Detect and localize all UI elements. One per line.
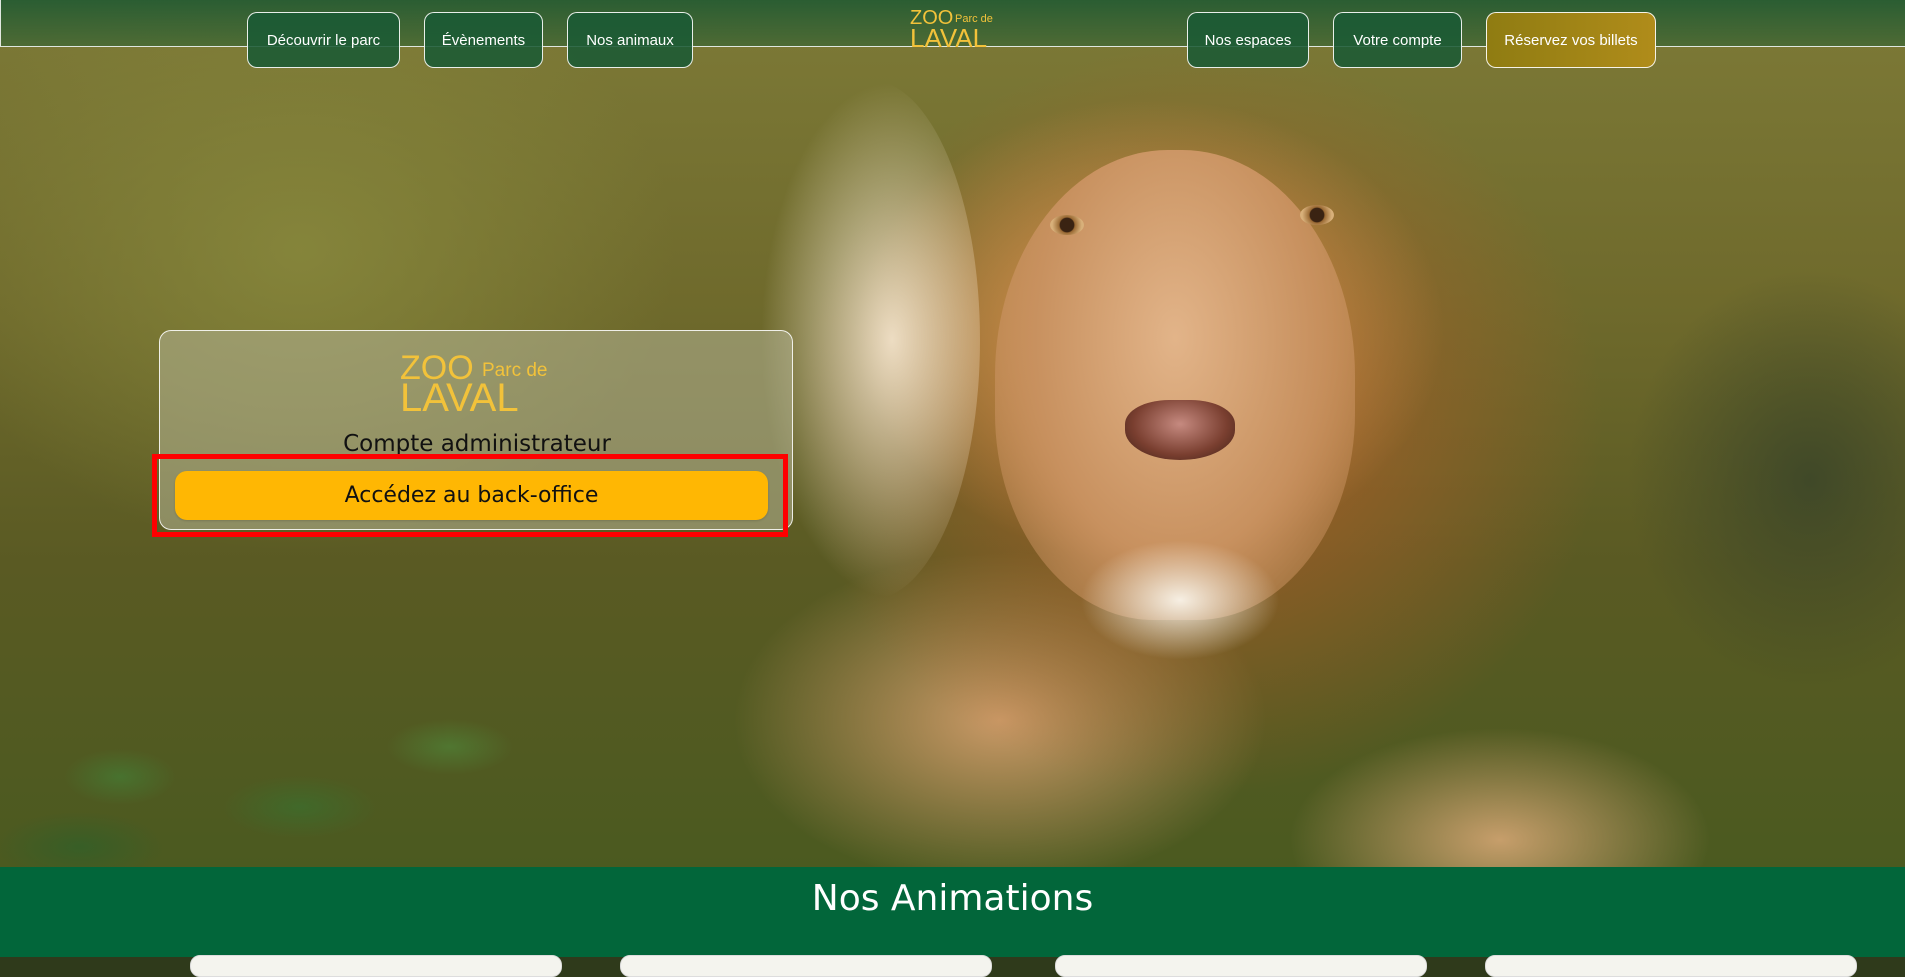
animation-card[interactable] — [1055, 955, 1427, 977]
card-title: Compte administrateur — [343, 431, 611, 457]
animation-card[interactable] — [1485, 955, 1857, 977]
animations-section: Nos Animations — [0, 867, 1905, 957]
animation-card[interactable] — [190, 955, 562, 977]
backoffice-button[interactable]: Accédez au back-office — [175, 471, 768, 520]
nav-evenements[interactable]: Évènements — [424, 12, 543, 68]
nav-nos-espaces[interactable]: Nos espaces — [1187, 12, 1309, 68]
lion-chin — [1080, 540, 1280, 660]
section-title: Nos Animations — [811, 878, 1094, 919]
logo-laval-text: LAVAL — [910, 23, 988, 53]
animation-card[interactable] — [620, 955, 992, 977]
card-logo-laval-text: LAVAL — [400, 376, 519, 420]
book-tickets-button[interactable]: Réservez vos billets — [1486, 12, 1656, 68]
lion-mane-highlight — [760, 80, 980, 600]
lion-nose — [1125, 400, 1235, 460]
nav-nos-animaux[interactable]: Nos animaux — [567, 12, 693, 68]
lion-right-eye — [1300, 205, 1334, 225]
lion-left-eye — [1050, 215, 1084, 235]
header-logo[interactable]: ZOO Parc de LAVAL — [910, 8, 1000, 51]
nav-decouvrir-le-parc[interactable]: Découvrir le parc — [247, 12, 400, 68]
foliage-decoration — [0, 547, 700, 867]
nav-votre-compte[interactable]: Votre compte — [1333, 12, 1462, 68]
card-logo: ZOO Parc de LAVAL — [400, 351, 560, 418]
